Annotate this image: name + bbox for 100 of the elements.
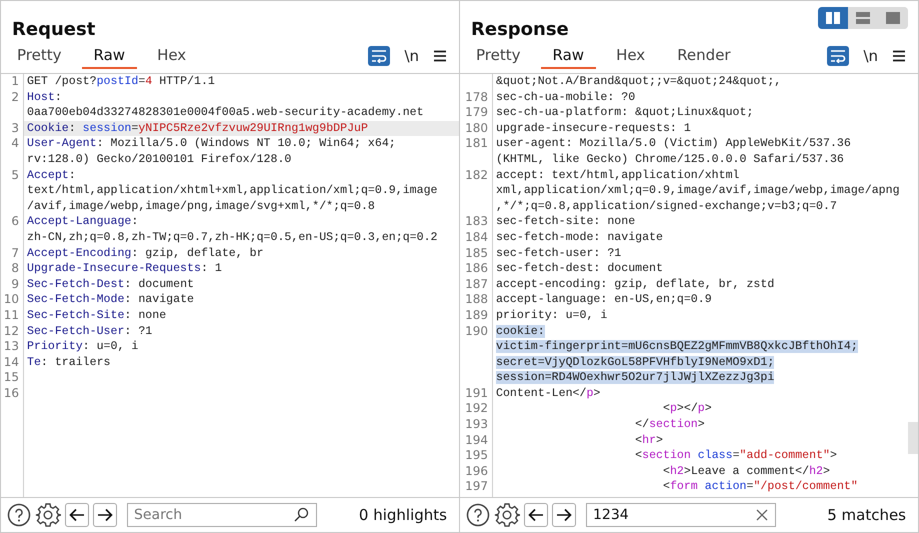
layout-button[interactable] <box>818 7 848 29</box>
match-count: 5 matches <box>827 506 907 524</box>
line-number: 2 <box>10 90 20 106</box>
right-arrow-icon <box>556 508 572 522</box>
line-number: 13 <box>2 339 20 355</box>
code-line: </section> <box>634 417 706 433</box>
line-number: 5 <box>10 168 20 184</box>
code-line: sec-fetch-user: ?1 <box>495 246 622 262</box>
left-arrow-icon <box>69 508 85 522</box>
line-number: 3 <box>10 120 20 136</box>
line-number: 190 <box>464 324 489 340</box>
code-line: accept-encoding: gzip, deflate, br, zstd <box>495 276 776 292</box>
code-line: priority: u=0, i <box>495 308 608 324</box>
code-line: Sec-Fetch-Mode: navigate <box>26 292 195 308</box>
code-line: Accept: <box>26 168 77 184</box>
menu-icon[interactable] <box>433 50 447 62</box>
line-number: 181 <box>464 136 489 152</box>
search-field[interactable]: Search <box>127 503 317 527</box>
line-number: 184 <box>464 230 489 246</box>
code-line: <form action="/post/comment" <box>662 479 859 496</box>
code-line: sec-fetch-site: none <box>495 214 636 230</box>
code-line: accept: text/html,application/xhtml <box>495 168 741 184</box>
next-button[interactable] <box>552 503 576 527</box>
line-number: 194 <box>464 432 489 448</box>
line-number: 183 <box>464 214 489 230</box>
columns-icon <box>825 11 841 25</box>
code-line: 0aa700eb04d33274828301e0004f00a5.web-security-academy.net <box>26 105 425 121</box>
wrap-lines-button[interactable] <box>827 46 850 66</box>
previous-button[interactable] <box>65 503 89 527</box>
code-line: text/html,application/xhtml+xml,application/xml;q=0.9,image <box>26 183 438 199</box>
code-line: Host: <box>26 90 63 106</box>
previous-button[interactable] <box>524 503 548 527</box>
line-number: 11 <box>2 308 20 324</box>
line-number: 1 <box>10 74 20 90</box>
line-number: 178 <box>464 90 489 106</box>
code-line: Sec-Fetch-Dest: document <box>26 276 195 292</box>
code-line: rv:128.0) Gecko/20100101 Firefox/128.0 <box>26 152 292 168</box>
code-line: &quot;Not.A/Brand&quot;;v=&quot;24&quot;, <box>495 74 782 90</box>
code-line: accept-language: en-US,en;q=0.9 <box>495 292 713 308</box>
view-tab[interactable]: Pretty <box>464 44 532 69</box>
view-tab[interactable]: Hex <box>604 44 658 69</box>
code-line: <hr> <box>634 432 664 448</box>
code-line: Sec-Fetch-Site: none <box>26 308 168 324</box>
code-line: Te: trailers <box>26 354 112 370</box>
line-number: 10 <box>2 292 20 308</box>
newline-toggle[interactable]: \n <box>404 47 419 65</box>
line-number: 16 <box>2 386 20 402</box>
code-line: sec-ch-ua-platform: &quot;Linux&quot; <box>495 105 754 121</box>
code-line: Accept-Language: <box>26 214 140 230</box>
line-number: 179 <box>464 105 489 121</box>
wrap-lines-button[interactable] <box>368 46 390 66</box>
line-number: 186 <box>464 261 489 277</box>
clear-icon[interactable] <box>756 509 768 521</box>
line-number: 187 <box>464 276 489 292</box>
code-line: Sec-Fetch-User: ?1 <box>26 324 154 340</box>
left-arrow-icon <box>528 508 544 522</box>
view-tab[interactable]: Raw <box>540 44 596 69</box>
code-line: user-agent: Mozilla/5.0 (Victim) AppleWebKit/537.36 <box>495 136 852 152</box>
match-count: 0 highlights <box>358 506 448 524</box>
help-icon[interactable] <box>466 503 490 527</box>
line-number: 197 <box>464 479 489 496</box>
line-number: 6 <box>10 214 20 230</box>
settings-icon[interactable] <box>35 502 61 528</box>
code-line: <section class="add-comment"> <box>634 448 838 464</box>
line-number: 180 <box>464 120 489 136</box>
panel-title: Response <box>471 19 569 40</box>
menu-icon[interactable] <box>892 50 906 62</box>
scrollbar-thumb[interactable] <box>908 422 918 454</box>
code-line: sec-ch-ua-mobile: ?0 <box>495 90 636 106</box>
next-button[interactable] <box>93 503 117 527</box>
panel-title: Request <box>12 19 96 40</box>
newline-toggle[interactable]: \n <box>863 47 878 65</box>
line-number: 193 <box>464 417 489 433</box>
view-tab[interactable]: Hex <box>145 44 198 69</box>
right-arrow-icon <box>97 508 113 522</box>
code-line: Upgrade-Insecure-Requests: 1 <box>26 261 223 277</box>
view-tab[interactable]: Raw <box>82 44 138 69</box>
code-line: User-Agent: Mozilla/5.0 (Windows NT 10.0; Win64; x64; <box>26 136 397 152</box>
line-number: 7 <box>10 246 20 262</box>
code-line: Accept-Encoding: gzip, deflate, br <box>26 246 265 262</box>
line-number: 196 <box>464 464 489 480</box>
code-line: sec-fetch-dest: document <box>495 261 664 277</box>
search-field[interactable]: 1234 <box>586 503 776 527</box>
line-number: 188 <box>464 292 489 308</box>
code-line: sec-fetch-mode: navigate <box>495 230 664 246</box>
code-line: (KHTML, like Gecko) Chrome/125.0.0.0 Safari/537.36 <box>495 152 845 168</box>
single-pane-icon <box>885 11 901 25</box>
code-line: <h2>Leave a comment</h2> <box>662 464 831 480</box>
line-number: 191 <box>464 386 489 402</box>
code-line: ,*/*;q=0.8,application/signed-exchange;v=b3;q=0.7 <box>495 198 838 214</box>
line-number: 15 <box>2 370 20 386</box>
code-line: Content-Len</p> <box>495 386 602 402</box>
help-icon[interactable] <box>7 503 31 527</box>
settings-icon[interactable] <box>494 502 520 528</box>
line-number: 9 <box>10 276 20 292</box>
view-tab[interactable]: Pretty <box>5 44 74 69</box>
view-tab[interactable]: Render <box>665 44 743 69</box>
line-number: 192 <box>464 401 489 418</box>
code-line: <p></p> <box>662 401 713 418</box>
code-line: zh-CN,zh;q=0.8,zh-TW;q=0.7,zh-HK;q=0.5,en-US;q=0.3,en;q=0.2 <box>26 230 438 246</box>
